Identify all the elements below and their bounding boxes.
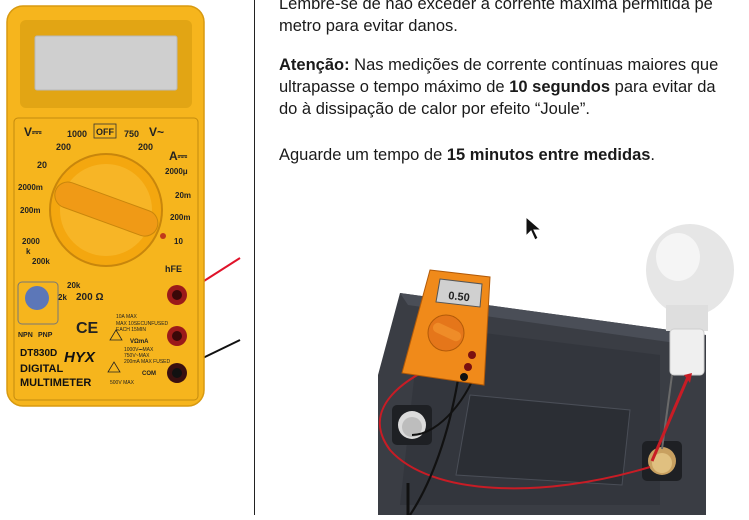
label-2k: 2k <box>58 293 67 302</box>
ten-seconds-bold: 10 segundos <box>509 78 611 96</box>
paragraph-current-limit: Lembre-se de não exceder a corrente máxi… <box>279 0 749 37</box>
multimeter-label: MULTIMETER <box>20 377 91 389</box>
label-10: 10 <box>174 237 183 246</box>
hfe-socket-holes <box>25 286 49 310</box>
ce-mark: CE <box>76 320 99 337</box>
paragraph-2-line-2: ultrapasse o tempo máximo de 10 segundos… <box>279 76 749 98</box>
label-200k: 200k <box>32 257 50 266</box>
paragraph-2-line-3: do à dissipação de calor por efeito “Jou… <box>279 100 590 118</box>
print-500v: 500V MAX <box>110 380 135 386</box>
label-200m-a: 200m <box>170 213 190 222</box>
scene-multimeter: 0.50 <box>401 269 491 386</box>
jack-vohm[interactable] <box>167 326 187 346</box>
scene-lcd-reading: 0.50 <box>448 290 471 304</box>
print-unfused: UNFUSED <box>144 321 169 327</box>
vertical-divider <box>254 0 255 515</box>
print-vohma: VΩmA <box>130 339 149 345</box>
brand-logo: HYX <box>64 349 96 366</box>
dial-pointer-dot <box>160 233 166 239</box>
label-1000: 1000 <box>67 129 87 139</box>
label-200a: 200 <box>56 142 71 152</box>
circuit-scene-illustration: 0.50 <box>378 224 734 516</box>
paragraph-1-line-1: Lembre-se de não exceder a corrente máxi… <box>279 0 713 13</box>
multimeter-illustration: V⎓ 1000 750 V~ 200 200 20 A⎓ 2000m 2000μ… <box>6 5 241 407</box>
print-com: COM <box>142 371 156 377</box>
label-750: 750 <box>124 129 139 139</box>
label-off: OFF <box>96 127 114 137</box>
paragraph-wait-time: Aguarde um tempo de 15 minutos entre med… <box>279 144 749 166</box>
label-vdc: V⎓ <box>24 125 42 139</box>
negative-terminal <box>392 405 432 445</box>
label-ohm: 200 Ω <box>76 292 103 303</box>
print-each15min: EACH 15MIN <box>116 327 146 333</box>
label-20: 20 <box>37 160 47 170</box>
label-hfe: hFE <box>165 264 182 274</box>
instruction-text: Lembre-se de não exceder a corrente máxi… <box>279 0 749 170</box>
lcd-screen <box>34 35 178 91</box>
label-vac: V~ <box>149 125 164 139</box>
battery-label-area <box>455 394 631 486</box>
jack-com[interactable] <box>167 363 187 383</box>
label-2000k: 2000 <box>22 237 40 246</box>
label-20k: 20k <box>67 281 81 290</box>
circuit-scene-image: 0.50 <box>360 205 749 516</box>
attention-line-2-post: para evitar da <box>610 78 716 96</box>
wait-pre: Aguarde um tempo de <box>279 146 447 164</box>
label-npn: NPN <box>18 332 33 339</box>
digital-label: DIGITAL <box>20 363 63 375</box>
print-10a: 10A MAX <box>116 314 138 320</box>
fifteen-minutes-bold: 15 minutos entre medidas <box>446 146 651 164</box>
label-20m: 20m <box>175 191 191 200</box>
wait-post: . <box>650 146 656 164</box>
paragraph-1-line-2: metro para evitar danos. <box>279 17 458 35</box>
multimeter-image-panel: V⎓ 1000 750 V~ 200 200 20 A⎓ 2000m 2000μ… <box>0 0 254 515</box>
attention-line-1-text: Nas medições de corrente contínuas maior… <box>349 56 719 74</box>
label-200m: 200m <box>20 206 40 215</box>
label-k: k <box>26 247 31 256</box>
label-pnp: PNP <box>38 332 53 339</box>
label-2000m: 2000m <box>18 183 43 192</box>
attention-label: Atenção: <box>279 56 350 74</box>
paragraph-attention: Atenção: Nas medições de corrente contín… <box>279 54 749 120</box>
jack-10a[interactable] <box>167 285 187 305</box>
label-2000u: 2000μ <box>165 167 188 176</box>
model-label: DT830D <box>20 348 57 359</box>
print-200ma: 200mA MAX FUSED <box>124 359 171 365</box>
label-200b: 200 <box>138 142 153 152</box>
paragraph-2-line-1: Atenção: Nas medições de corrente contín… <box>279 54 749 76</box>
label-adc: A⎓ <box>169 149 188 163</box>
attention-line-2-pre: ultrapasse o tempo máximo de <box>279 78 510 96</box>
